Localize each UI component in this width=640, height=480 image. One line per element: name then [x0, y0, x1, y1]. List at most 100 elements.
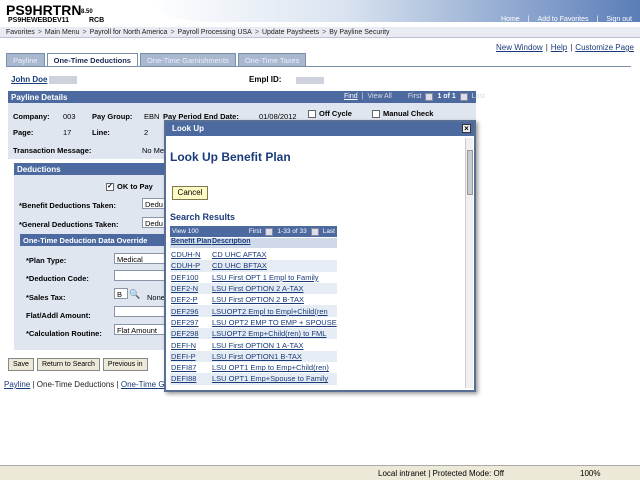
next-icon[interactable] [459, 93, 468, 101]
lookup-icon[interactable]: 🔍 [129, 289, 140, 300]
table-row[interactable]: DEF100 LSU First OPT 1 Empl to Family [170, 272, 337, 283]
menu-payroll-processing[interactable]: Payroll Processing USA [175, 29, 255, 36]
scrollbar-thumb[interactable] [467, 150, 473, 195]
separator: | [545, 43, 548, 52]
benefit-plan-link[interactable]: DEFI-P [170, 352, 212, 361]
description-link[interactable]: LSU OPT1 Emp+Spouse to Family [212, 374, 337, 383]
prev-icon[interactable] [265, 227, 274, 236]
previous-in-list-button[interactable]: Previous in [102, 358, 148, 371]
description-link[interactable]: LSU First OPT 1 Empl to Family [212, 273, 337, 282]
table-row[interactable]: CDUH-P CD UHC BFTAX [170, 260, 337, 272]
prev-icon[interactable] [425, 93, 434, 101]
manual-check-label: Manual Check [383, 109, 434, 118]
system-name: PS9HRTRN [6, 2, 82, 18]
first-link[interactable]: First [249, 228, 262, 235]
table-row[interactable]: DEF297 LSU OPT2 EMP TO EMP + SPOUSE [170, 317, 337, 328]
sign-out-link[interactable]: Sign out [606, 16, 632, 23]
checkbox-checked-icon[interactable]: ✓ [106, 183, 114, 192]
calculation-routine-label: *Calculation Routine: [26, 329, 102, 338]
view-all-link[interactable]: View All [367, 93, 391, 101]
description-link[interactable]: LSUOPT2 Emp+Child(ren) to FML [212, 329, 337, 338]
col-description[interactable]: Description [212, 238, 337, 248]
benefit-plan-link[interactable]: CDUH-P [170, 261, 212, 270]
description-link[interactable]: CD UHC BFTAX [212, 261, 337, 270]
add-to-favorites-link[interactable]: Add to Favorites [538, 16, 589, 23]
next-icon[interactable] [310, 227, 319, 236]
employee-name-link[interactable]: John Doe [11, 75, 47, 84]
table-row[interactable]: DEF2-N LSU First OPTION 2 A-TAX [170, 282, 337, 295]
table-row[interactable]: DEFI87 LSU OPT1 Emp to Emp+Child(ren) [170, 362, 337, 373]
manual-check-checkbox[interactable]: Manual Check [372, 109, 434, 119]
menu-by-payline-security[interactable]: By Payline Security [326, 29, 392, 36]
tab-payline[interactable]: Payline [6, 53, 45, 66]
zoom-level[interactable]: 100% [580, 469, 600, 478]
find-link[interactable]: Find [344, 93, 358, 101]
off-cycle-checkbox[interactable]: Off Cycle [308, 109, 352, 119]
results-range: 1-33 of 33 [277, 228, 307, 235]
benefit-plan-link[interactable]: DEF296 [170, 307, 212, 316]
payline-link[interactable]: Payline [4, 380, 30, 389]
menu-main[interactable]: Main Menu [42, 29, 83, 36]
calculation-routine-select[interactable]: Flat Amount [114, 324, 170, 335]
customize-page-link[interactable]: Customize Page [575, 43, 634, 52]
last-link[interactable]: Last [323, 228, 335, 235]
last-link[interactable]: Last [472, 93, 485, 101]
description-link[interactable]: CD UHC AFTAX [212, 250, 337, 259]
menu-payroll-na[interactable]: Payroll for North America [87, 29, 171, 36]
employee-name[interactable]: John Doe [11, 75, 78, 84]
table-row[interactable]: DEFI-P LSU First OPTION1 B-TAX [170, 350, 337, 362]
benefit-plan-link[interactable]: DEF297 [170, 318, 212, 327]
benefit-plan-link[interactable]: CDUH-N [170, 250, 212, 259]
section-title: One-Time Deduction Data Override [23, 236, 148, 245]
benefit-plan-link[interactable]: DEF100 [170, 273, 212, 282]
benefit-plan-link[interactable]: DEFI-N [170, 341, 212, 350]
close-icon[interactable]: × [462, 124, 471, 133]
table-row[interactable]: CDUH-N CD UHC AFTAX [170, 249, 337, 260]
flat-amount-input[interactable] [114, 306, 170, 317]
plan-type-select[interactable]: Medical [114, 253, 170, 264]
help-link[interactable]: Help [551, 43, 567, 52]
table-row[interactable]: DEFI-N LSU First OPTION 1 A-TAX [170, 339, 337, 350]
first-link[interactable]: First [408, 93, 422, 101]
checkbox-icon[interactable] [308, 110, 316, 119]
menu-update-paysheets[interactable]: Update Paysheets [259, 29, 322, 36]
save-button[interactable]: Save [8, 358, 34, 371]
home-link[interactable]: Home [501, 16, 520, 23]
ok-to-pay-checkbox[interactable]: ✓ OK to Pay [106, 182, 153, 192]
description-link[interactable]: LSU First OPTION1 B-TAX [212, 352, 337, 361]
lookup-dialog: Look Up × Look Up Benefit Plan Cancel Se… [164, 120, 476, 392]
col-benefit-plan[interactable]: Benefit Plan [170, 238, 212, 248]
description-link[interactable]: LSU First OPTION 2 B-TAX [212, 295, 337, 304]
description-link[interactable]: LSU OPT1 Emp to Emp+Child(ren) [212, 363, 337, 372]
benefit-plan-link[interactable]: DEF2-N [170, 284, 212, 293]
separator: | [596, 16, 599, 23]
description-link[interactable]: LSUOPT2 Empl to Empl+Child(ren [212, 307, 337, 316]
description-link[interactable]: LSU First OPTION 1 A-TAX [212, 341, 337, 350]
table-row[interactable]: DEF296 LSUOPT2 Empl to Empl+Child(ren [170, 305, 337, 317]
benefit-plan-link[interactable]: DEFI88 [170, 374, 212, 383]
sales-tax-input[interactable]: B [114, 288, 128, 299]
scrollbar[interactable] [465, 138, 473, 388]
toolbar: Save Return to Search Previous in [8, 358, 148, 371]
tab-one-time-garnishments[interactable]: One-Time Garnishments [139, 53, 236, 66]
tab-one-time-taxes[interactable]: One-Time Taxes [237, 53, 307, 66]
benefit-plan-link[interactable]: DEF2-P [170, 295, 212, 304]
description-link[interactable]: LSU First OPTION 2 A-TAX [212, 284, 337, 293]
benefit-plan-link[interactable]: DEF298 [170, 329, 212, 338]
description-link[interactable]: LSU OPT2 EMP TO EMP + SPOUSE [212, 318, 337, 327]
checkbox-icon[interactable] [372, 110, 380, 119]
menu-favorites[interactable]: Favorites [3, 29, 38, 36]
database-name: PS9HEWEBDEV11 [8, 17, 70, 24]
dialog-title: Look Up [172, 124, 204, 133]
deduction-code-input[interactable] [114, 270, 170, 281]
bottom-links: Payline | One-Time Deductions | One-Time… [4, 380, 172, 389]
view-100-link[interactable]: View 100 [172, 228, 199, 235]
cancel-button[interactable]: Cancel [172, 186, 208, 200]
table-row[interactable]: DEF2-P LSU First OPTION 2 B-TAX [170, 294, 337, 305]
benefit-plan-link[interactable]: DEFI87 [170, 363, 212, 372]
return-to-search-button[interactable]: Return to Search [36, 358, 100, 371]
table-row[interactable]: DEFI88 LSU OPT1 Emp+Spouse to Family [170, 373, 337, 385]
new-window-link[interactable]: New Window [496, 43, 543, 52]
tab-one-time-deductions[interactable]: One-Time Deductions [46, 53, 138, 66]
table-row[interactable]: DEF298 LSUOPT2 Emp+Child(ren) to FML [170, 328, 337, 340]
